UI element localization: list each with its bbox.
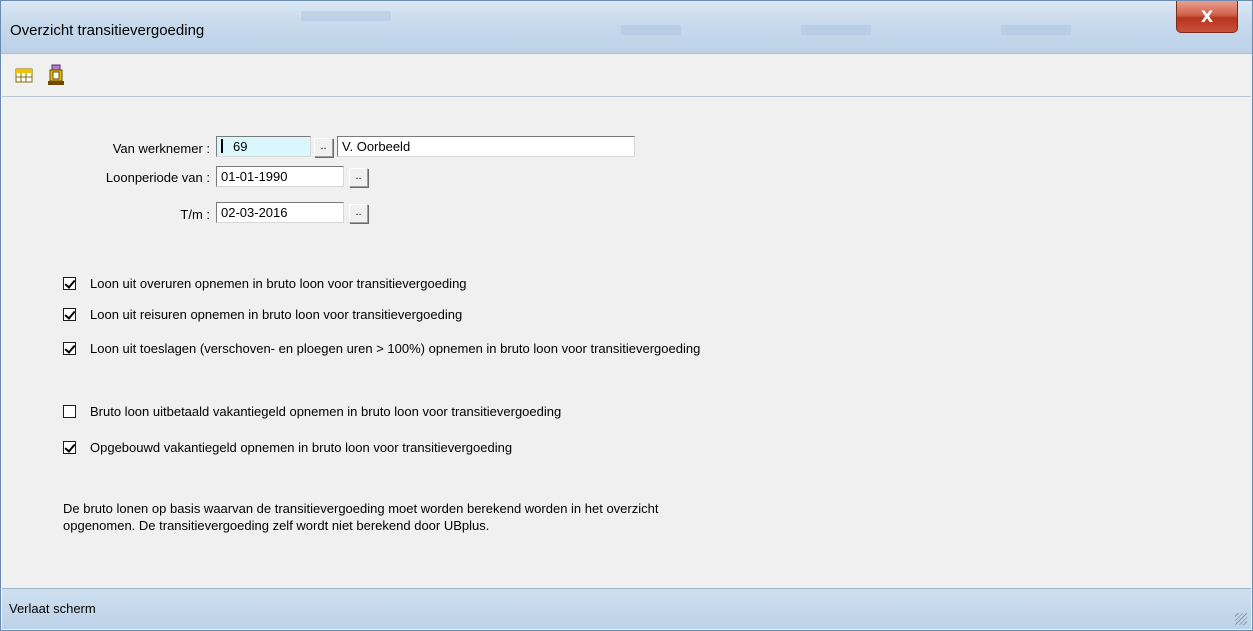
period-to-picker-button[interactable]: .. (349, 204, 368, 223)
resize-grip-icon[interactable] (1235, 613, 1247, 625)
info-line: De bruto lonen op basis waarvan de trans… (63, 501, 659, 516)
option-label: Loon uit reisuren opnemen in bruto loon … (90, 306, 463, 322)
toolbar (2, 54, 1251, 97)
title-bar[interactable]: Overzicht transitievergoeding X (1, 1, 1252, 54)
option-label: Loon uit overuren opnemen in bruto loon … (90, 275, 467, 291)
period-from-label: Loonperiode van : (105, 170, 210, 185)
close-icon: X (1200, 7, 1214, 26)
checkbox[interactable] (63, 440, 76, 454)
option-overuren[interactable]: Loon uit overuren opnemen in bruto loon … (63, 273, 467, 293)
background-ghost (621, 25, 681, 35)
period-to-label: T/m : (180, 207, 210, 222)
info-text: De bruto lonen op basis waarvan de trans… (63, 500, 883, 534)
checkbox[interactable] (63, 307, 76, 321)
print-icon[interactable] (46, 64, 66, 86)
employee-number-field[interactable]: 69 (216, 136, 311, 157)
table-icon[interactable] (14, 64, 34, 86)
content-panel: Van werknemer : 69 .. V. Oorbeeld Loonpe… (9, 98, 1250, 588)
option-toeslagen[interactable]: Loon uit toeslagen (verschoven- en ploeg… (63, 338, 700, 358)
period-from-picker-button[interactable]: .. (349, 168, 368, 187)
checkbox[interactable] (63, 404, 76, 418)
dialog-window: Overzicht transitievergoeding X Van werk… (0, 0, 1253, 631)
background-ghost (301, 11, 391, 21)
option-label: Opgebouwd vakantiegeld opnemen in bruto … (90, 439, 513, 455)
option-opgebouwd-vakantiegeld[interactable]: Opgebouwd vakantiegeld opnemen in bruto … (63, 437, 512, 457)
status-text: Verlaat scherm (9, 601, 96, 616)
status-bar: Verlaat scherm (2, 588, 1251, 629)
checkbox[interactable] (63, 341, 76, 355)
option-uitbetaald-vakantiegeld[interactable]: Bruto loon uitbetaald vakantiegeld opnem… (63, 401, 561, 421)
employee-lookup-button[interactable]: .. (314, 138, 333, 157)
background-ghost (1001, 25, 1071, 35)
period-to-field[interactable]: 02-03-2016 (216, 202, 344, 223)
employee-label: Van werknemer : (112, 141, 210, 156)
background-ghost (801, 25, 871, 35)
option-label: Loon uit toeslagen (verschoven- en ploeg… (90, 340, 701, 356)
employee-name-field[interactable]: V. Oorbeeld (337, 136, 635, 157)
info-line: opgenomen. De transitievergoeding zelf w… (63, 518, 490, 533)
close-button[interactable]: X (1176, 1, 1238, 33)
option-reisuren[interactable]: Loon uit reisuren opnemen in bruto loon … (63, 304, 462, 324)
window-title: Overzicht transitievergoeding (10, 22, 205, 39)
checkbox[interactable] (63, 276, 76, 290)
period-from-field[interactable]: 01-01-1990 (216, 166, 344, 187)
option-label: Bruto loon uitbetaald vakantiegeld opnem… (90, 403, 562, 419)
